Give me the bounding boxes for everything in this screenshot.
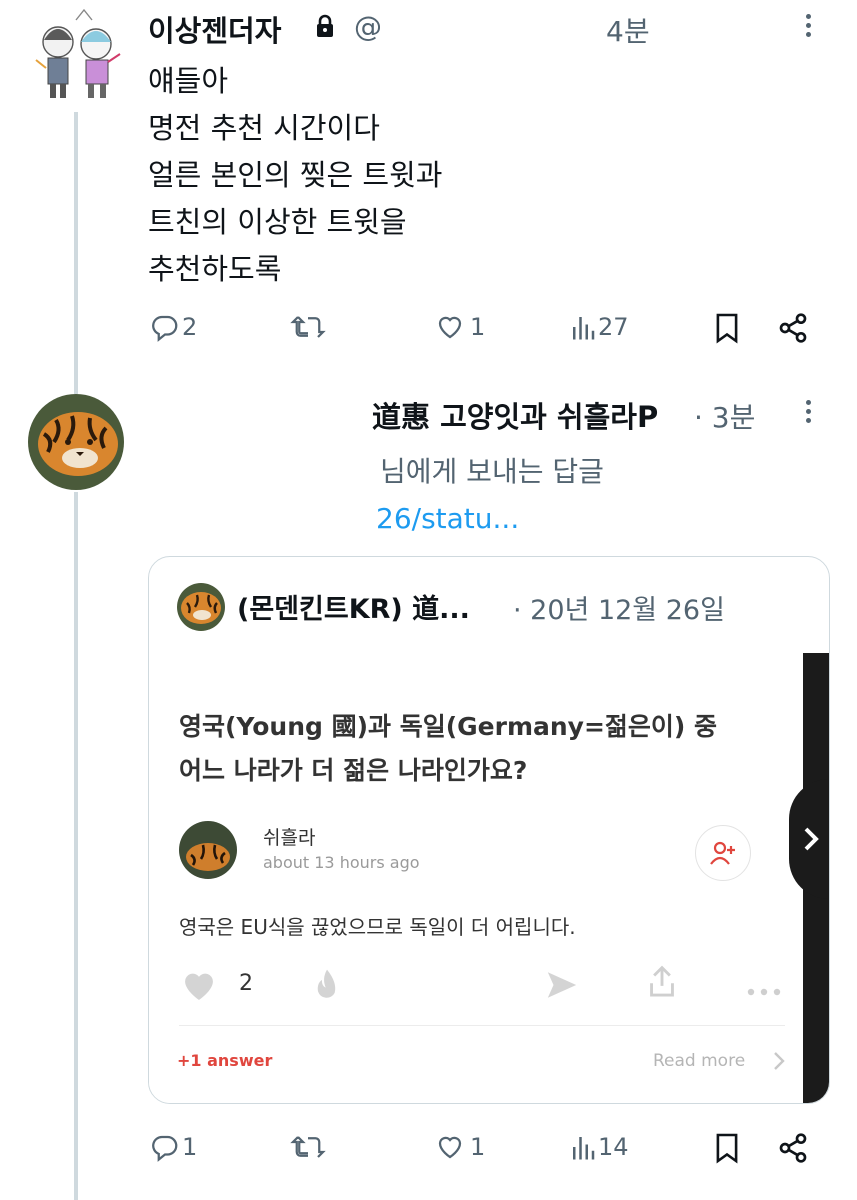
heart-icon	[438, 316, 462, 339]
tweet-line-3: 얼른 본인의 찢은 트윗과	[148, 158, 443, 192]
tweet-line-2: 명전 추천 시간이다	[148, 111, 380, 145]
bookmark-button[interactable]	[714, 312, 740, 344]
lock-icon	[314, 14, 336, 42]
display-name[interactable]: 이상젠더자	[148, 8, 281, 50]
answer-time: about 13 hours ago	[263, 853, 420, 872]
retweet-button[interactable]	[290, 1132, 326, 1162]
avatar-tiger[interactable]	[28, 394, 124, 490]
tiger-icon	[28, 394, 124, 490]
tiger-icon	[177, 583, 225, 631]
question-line-2: 어느 나라가 더 젊은 나라인가요?	[179, 756, 528, 785]
send-icon	[545, 969, 579, 1005]
reply-count: 2	[182, 313, 198, 341]
timestamp[interactable]: · 3분	[694, 396, 755, 436]
avatar[interactable]	[22, 2, 126, 106]
follow-button	[695, 825, 751, 881]
more-answers-link: +1 answer	[177, 1051, 273, 1070]
quote-date: · 20년 12월 26일	[513, 595, 725, 626]
views-button[interactable]: 14	[570, 1132, 629, 1162]
like-button[interactable]: 1	[434, 312, 485, 342]
reply-button[interactable]: 1	[150, 1132, 197, 1162]
share-icon	[779, 1133, 807, 1163]
screenshot-frame-tab	[789, 779, 829, 899]
upload-icon	[647, 965, 677, 1003]
retweet-icon	[290, 1136, 326, 1158]
heart-filled-icon	[179, 969, 219, 1007]
views-button[interactable]: 27	[570, 312, 629, 342]
tweet-line-5: 추천하도록	[148, 252, 282, 286]
answerer-avatar	[179, 821, 237, 879]
quote-avatar	[177, 583, 225, 631]
more-vertical-icon[interactable]	[806, 14, 812, 41]
chevron-right-icon	[773, 1051, 785, 1075]
more-vertical-icon[interactable]	[806, 400, 812, 427]
reply-icon	[152, 1135, 178, 1162]
reply-to-label: 님에게 보내는 답글	[380, 455, 604, 488]
share-button[interactable]	[776, 1132, 810, 1164]
share-button[interactable]	[776, 312, 810, 344]
flame-icon	[311, 967, 343, 1007]
read-more-link: Read more	[653, 1051, 746, 1071]
timestamp[interactable]: 4분	[606, 10, 650, 50]
answer-like-count: 2	[239, 971, 253, 996]
views-count: 27	[598, 313, 629, 341]
like-count: 1	[470, 313, 486, 341]
divider	[179, 1025, 785, 1026]
bookmark-icon	[716, 313, 738, 344]
quote-author: (몬덴킨트KR) 道...	[237, 594, 470, 625]
like-button[interactable]: 1	[434, 1132, 485, 1162]
reply-icon	[152, 315, 178, 342]
chevron-right-icon	[804, 827, 819, 851]
redacted-area	[380, 0, 600, 104]
thread-line-lower	[74, 492, 78, 1200]
retweet-button[interactable]	[290, 312, 326, 342]
bookmark-icon	[716, 1133, 738, 1164]
reply-count: 1	[182, 1133, 198, 1161]
tiger-icon	[179, 821, 237, 879]
reply-button[interactable]: 2	[150, 312, 197, 342]
views-icon	[573, 317, 595, 340]
answerer-name: 쉬흘라	[263, 827, 316, 849]
views-count: 14	[598, 1133, 629, 1161]
handle[interactable]: @	[354, 10, 382, 43]
display-name[interactable]: 道惠 고양잇과 쉬흘라P	[372, 394, 658, 436]
share-icon	[779, 313, 807, 343]
quote-screenshot: 영국(Young 國)과 독일(Germany=젊은이) 중 어느 나라가 더 …	[149, 653, 829, 1103]
tweet-line-1: 얘들아	[148, 64, 229, 98]
tweet-line-4: 트친의 이상한 트윗을	[148, 205, 407, 239]
answer-text: 영국은 EU식을 끊었으므로 독일이 더 어립니다.	[179, 915, 576, 939]
add-user-icon	[710, 841, 735, 865]
bookmark-button[interactable]	[714, 1132, 740, 1164]
retweet-icon	[290, 316, 326, 338]
quote-card[interactable]: (몬덴킨트KR) 道... · 20년 12월 26일 영국(Young 國)과…	[148, 556, 830, 1104]
status-link[interactable]: 26/statu...	[376, 502, 519, 535]
more-horizontal-icon	[747, 981, 781, 1000]
views-icon	[573, 1137, 595, 1160]
thread-line	[74, 112, 78, 394]
redacted-area	[146, 372, 374, 544]
avatar-drawing-icon	[22, 2, 126, 106]
like-count: 1	[470, 1133, 486, 1161]
question-line-1: 영국(Young 國)과 독일(Germany=젊은이) 중	[179, 712, 718, 741]
heart-icon	[438, 1136, 462, 1159]
